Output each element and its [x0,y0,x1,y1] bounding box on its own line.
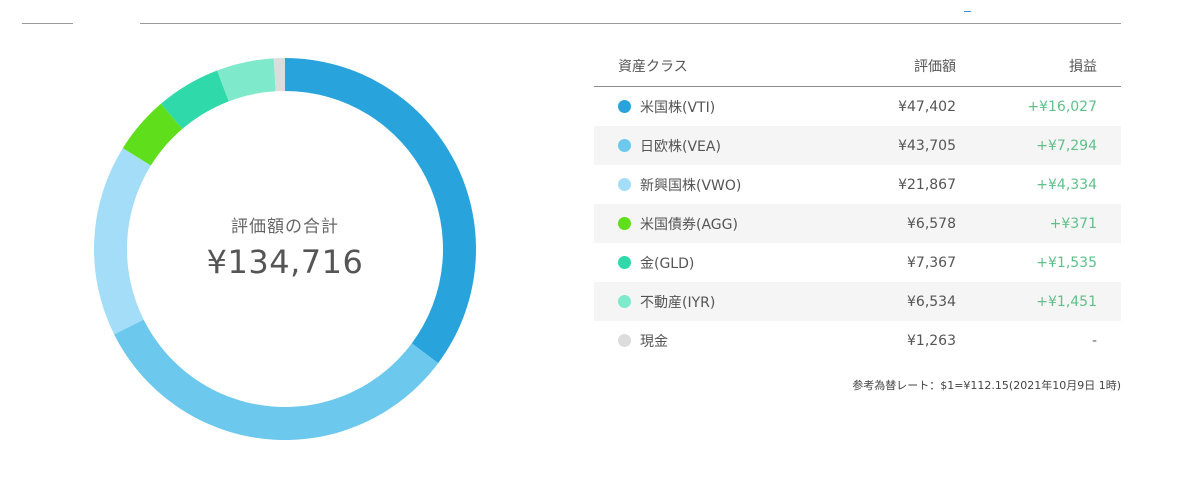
legend-dot-icon [618,139,631,152]
legend-dot-icon [618,100,631,113]
exchange-rate-note: 参考為替レート：$1=¥112.15(2021年10月9日 1時) [852,379,1121,392]
asset-name-cell: 新興国株(VWO) [594,175,876,195]
asset-name-cell: 金(GLD) [594,253,876,273]
table-row: 新興国株(VWO) ¥21,867 +¥4,334 [594,165,1121,204]
asset-name: 米国株(VTI) [640,99,716,116]
asset-profit: +¥7,294 [1036,137,1097,154]
table-row: 日欧株(VEA) ¥43,705 +¥7,294 [594,126,1121,165]
header-asset-class: 資産クラス [618,59,688,75]
tab-underline-left [22,23,73,24]
asset-name-cell: 日欧株(VEA) [594,136,876,156]
legend-dot-icon [618,295,631,308]
asset-profit: +¥1,451 [1036,293,1097,310]
asset-name: 日欧株(VEA) [640,138,721,155]
asset-value: ¥43,705 [898,137,956,154]
table-row: 米国株(VTI) ¥47,402 +¥16,027 [594,87,1121,126]
asset-name: 米国債券(AGG) [640,216,738,233]
asset-profit: +¥1,535 [1036,254,1097,271]
asset-name-cell: 不動産(IYR) [594,292,876,312]
legend-dot-icon [618,334,631,347]
asset-name: 金(GLD) [640,255,695,272]
asset-name: 新興国株(VWO) [640,177,742,194]
table-row: 米国債券(AGG) ¥6,578 +¥371 [594,204,1121,243]
asset-name-cell: 米国株(VTI) [594,97,876,117]
asset-value: ¥1,263 [907,332,956,349]
header-profit: 損益 [1069,59,1097,75]
legend-dot-icon [618,256,631,269]
tab-active-indicator [964,11,971,12]
legend-dot-icon [618,178,631,191]
asset-value: ¥47,402 [898,98,956,115]
asset-value: ¥7,367 [907,254,956,271]
legend-dot-icon [618,217,631,230]
asset-profit: +¥4,334 [1036,176,1097,193]
asset-name-cell: 米国債券(AGG) [594,214,876,234]
donut-center: 評価額の合計 ¥134,716 [94,58,476,440]
header-divider [140,23,1121,24]
asset-value: ¥21,867 [898,176,956,193]
asset-profit: - [1091,332,1097,349]
total-label: 評価額の合計 [231,216,339,237]
total-value: ¥134,716 [206,242,364,281]
table-row: 不動産(IYR) ¥6,534 +¥1,451 [594,282,1121,321]
asset-name: 不動産(IYR) [640,294,716,311]
table-row: 金(GLD) ¥7,367 +¥1,535 [594,243,1121,282]
asset-name-cell: 現金 [594,331,876,351]
asset-profit: +¥371 [1049,215,1097,232]
table-header: 資産クラス 評価額 損益 [594,46,1121,87]
asset-value: ¥6,534 [907,293,956,310]
asset-value: ¥6,578 [907,215,956,232]
asset-table: 資産クラス 評価額 損益 米国株(VTI) ¥47,402 +¥16,027 日… [594,46,1121,393]
header-value: 評価額 [914,59,956,75]
portfolio-panel: 評価額の合計 ¥134,716 資産クラス 評価額 損益 米国株(VTI) ¥4… [0,0,1200,496]
table-row: 現金 ¥1,263 - [594,321,1121,360]
asset-profit: +¥16,027 [1027,98,1097,115]
allocation-donut-chart: 評価額の合計 ¥134,716 [94,58,476,440]
asset-name: 現金 [640,333,668,350]
